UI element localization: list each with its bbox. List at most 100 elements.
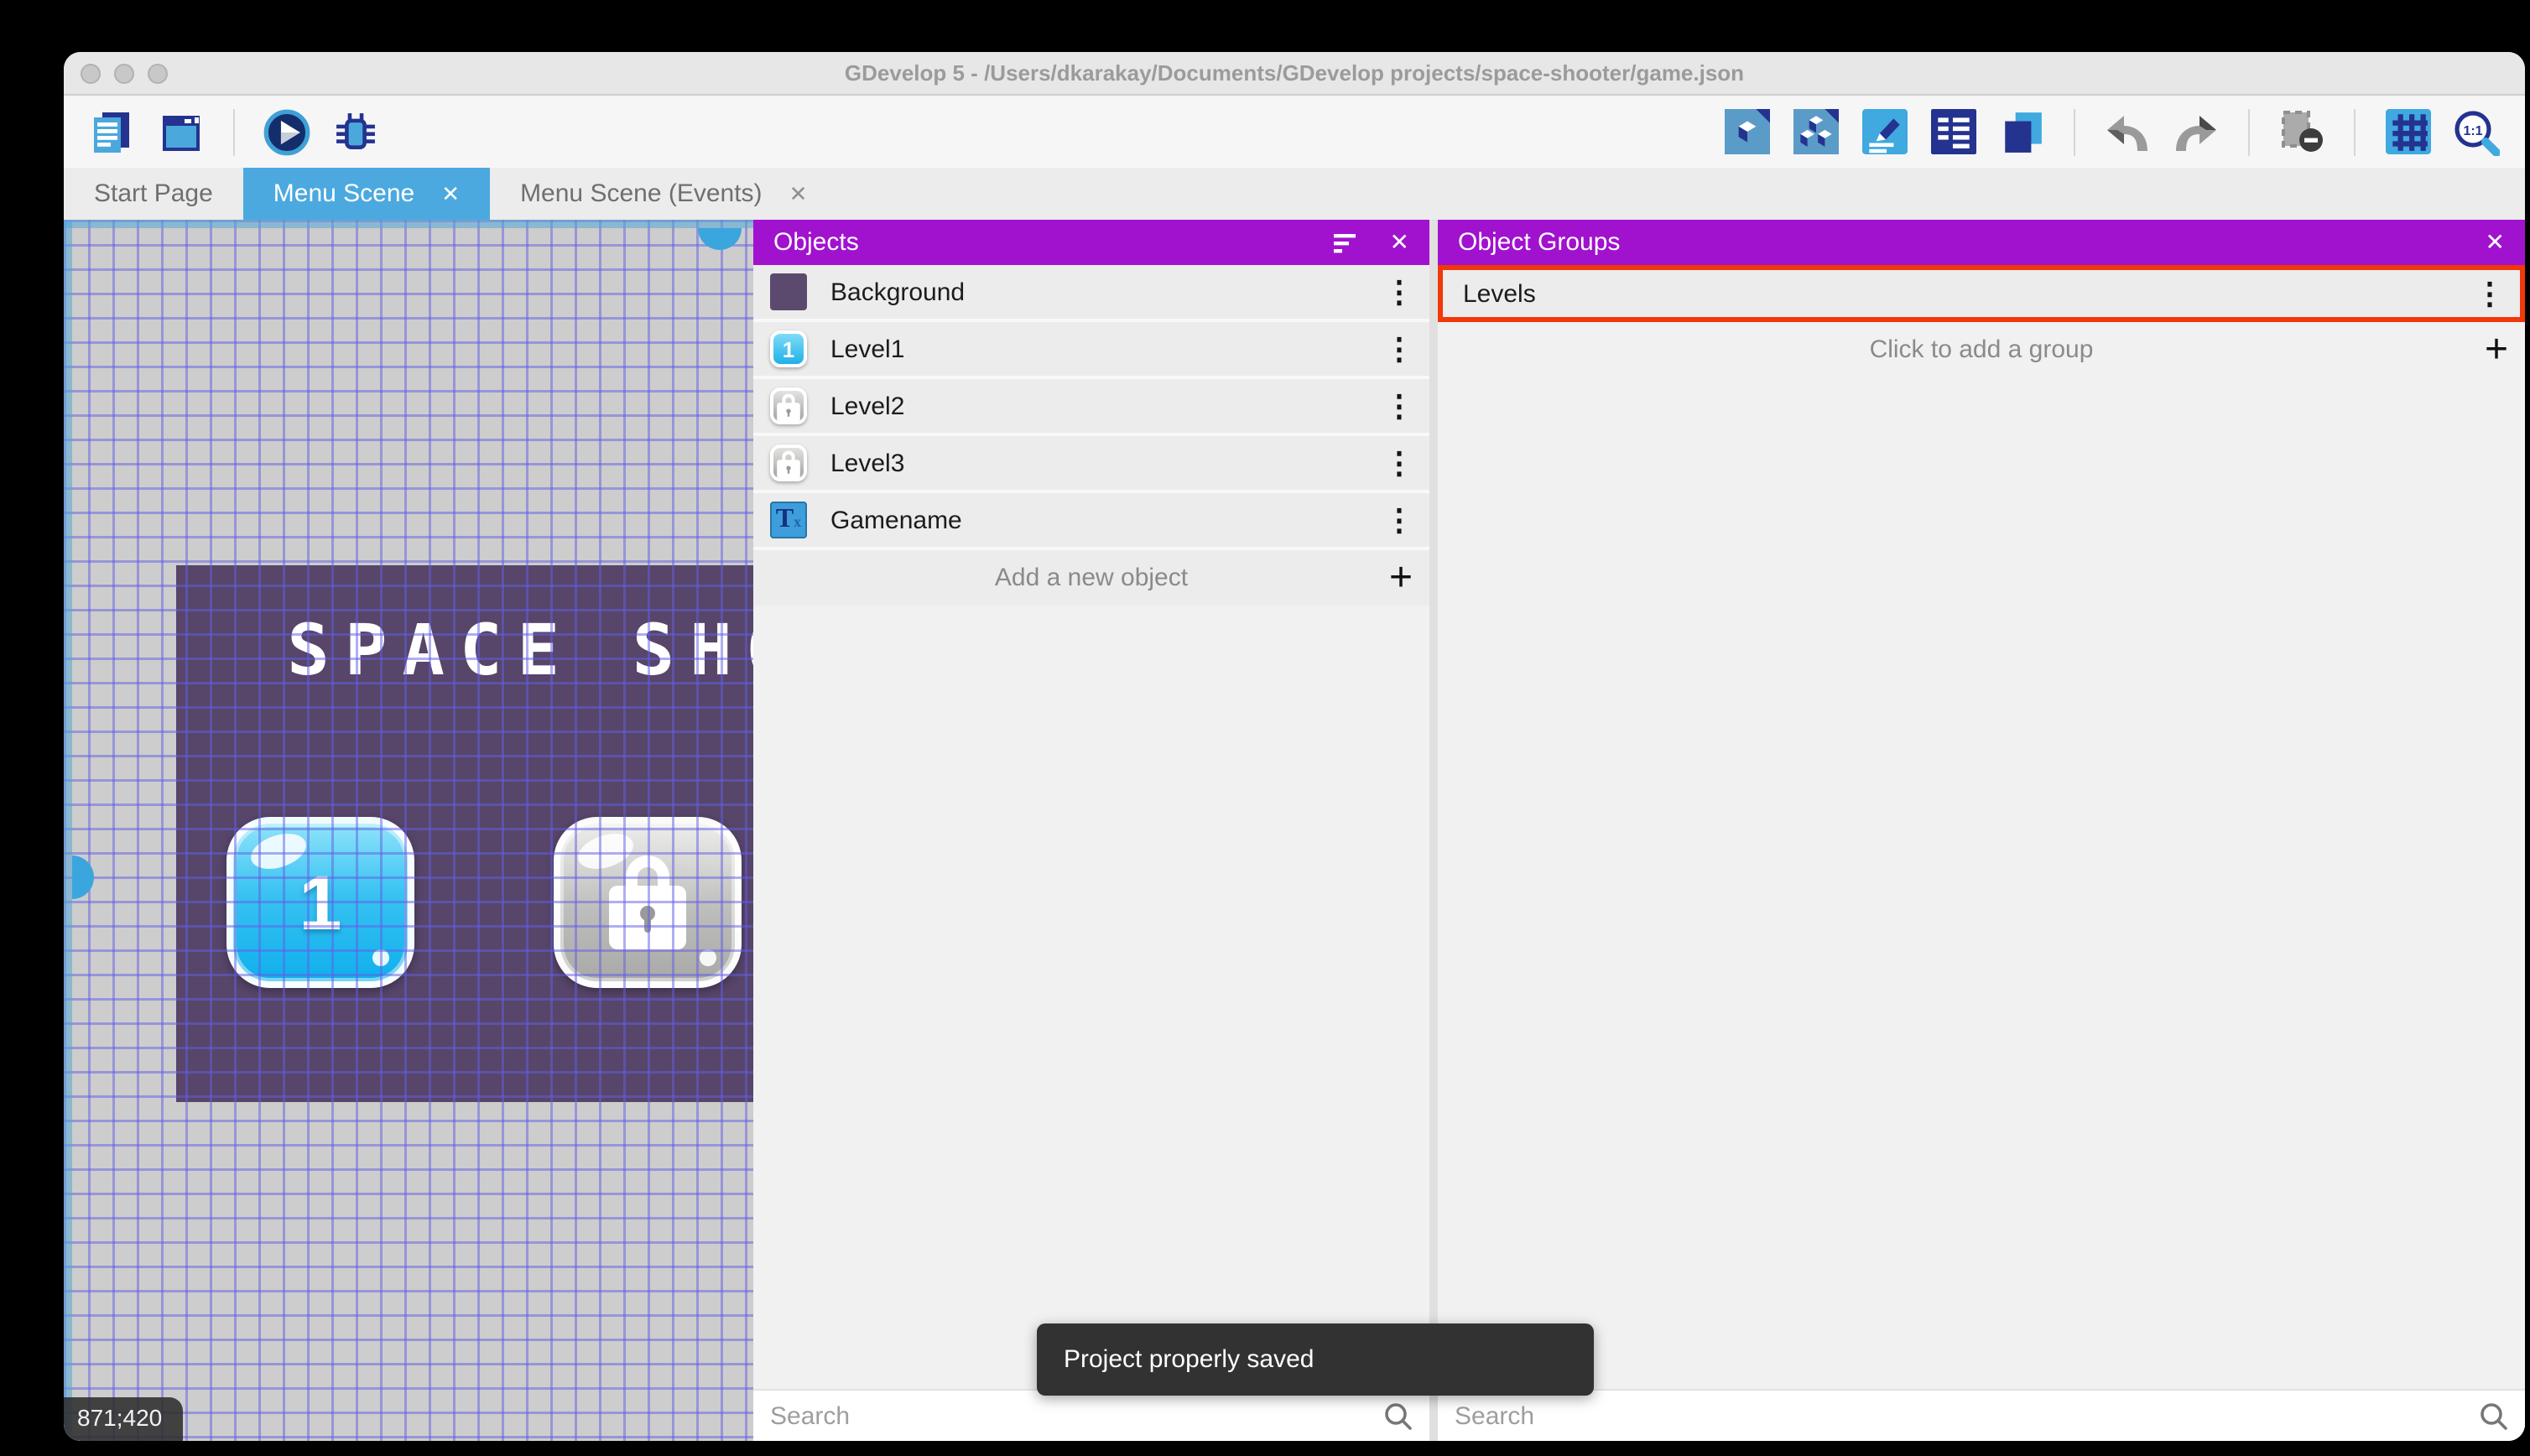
layers-icon bbox=[1999, 109, 2044, 154]
close-tab-icon[interactable]: ✕ bbox=[441, 180, 460, 207]
search-icon bbox=[1382, 1401, 1413, 1431]
close-panel-icon[interactable]: ✕ bbox=[1390, 228, 1409, 257]
object-groups-editor-button[interactable] bbox=[1790, 107, 1840, 157]
instances-list-button[interactable] bbox=[1928, 107, 1978, 157]
object-menu-icon[interactable]: ⋮ bbox=[1382, 502, 1416, 538]
object-menu-icon[interactable]: ⋮ bbox=[1382, 388, 1416, 424]
level1-number: 1 bbox=[299, 857, 341, 948]
objects-search-input[interactable] bbox=[770, 1401, 1382, 1430]
text-object-icon: Tx bbox=[770, 502, 807, 538]
object-label: Background bbox=[830, 278, 965, 306]
toolbar-left-group bbox=[87, 107, 381, 157]
vertical-scroll-thumb[interactable] bbox=[72, 855, 94, 899]
project-manager-icon bbox=[87, 107, 138, 157]
close-panel-icon[interactable]: ✕ bbox=[2486, 228, 2505, 257]
properties-button[interactable] bbox=[1859, 107, 1909, 157]
object-row-gamename[interactable]: Tx Gamename ⋮ bbox=[753, 493, 1429, 550]
object-menu-icon[interactable]: ⋮ bbox=[1382, 331, 1416, 367]
plus-icon: + bbox=[2485, 326, 2508, 373]
lock-icon bbox=[609, 855, 686, 949]
groups-search-input[interactable] bbox=[1455, 1401, 2478, 1430]
object-row-level1[interactable]: 1 Level1 ⋮ bbox=[753, 322, 1429, 379]
save-toast: Project properly saved bbox=[1037, 1323, 1594, 1396]
background-swatch-icon bbox=[770, 273, 807, 310]
desktop-background: GDevelop 5 - /Users/dkarakay/Documents/G… bbox=[0, 0, 2530, 1456]
object-menu-icon[interactable]: ⋮ bbox=[1382, 445, 1416, 481]
level3-thumbnail-icon bbox=[770, 445, 807, 481]
layers-button[interactable] bbox=[1996, 107, 2047, 157]
main-toolbar: 1:1 bbox=[64, 96, 2525, 168]
undo-icon bbox=[2102, 107, 2153, 157]
object-menu-icon[interactable]: ⋮ bbox=[1382, 274, 1416, 309]
add-new-object-button[interactable]: Add a new object + bbox=[753, 550, 1429, 606]
scene-background-instance[interactable]: SPACE SHOOTER 1 bbox=[176, 565, 753, 1102]
play-icon bbox=[262, 103, 312, 160]
objects-panel-header: Objects ✕ bbox=[753, 220, 1429, 265]
objects-panel-title: Objects bbox=[773, 228, 859, 257]
group-menu-icon[interactable]: ⋮ bbox=[2473, 276, 2507, 311]
debug-button[interactable] bbox=[331, 107, 381, 157]
play-preview-button[interactable] bbox=[262, 107, 312, 157]
title-bar: GDevelop 5 - /Users/dkarakay/Documents/G… bbox=[64, 52, 2525, 96]
objects-search-bar bbox=[753, 1389, 1429, 1441]
objects-cube-icon bbox=[1724, 109, 1769, 154]
properties-pencil-icon bbox=[1861, 109, 1907, 154]
horizontal-scroll-thumb[interactable] bbox=[698, 228, 742, 250]
undo-button[interactable] bbox=[2102, 107, 2153, 157]
toast-message: Project properly saved bbox=[1064, 1345, 1314, 1374]
object-row-background[interactable]: Background ⋮ bbox=[753, 265, 1429, 322]
group-label: Levels bbox=[1463, 279, 1536, 308]
filter-icon[interactable] bbox=[1331, 228, 1360, 257]
groups-search-bar bbox=[1438, 1389, 2525, 1441]
object-label: Level3 bbox=[830, 449, 904, 477]
clear-instances-selection-button[interactable] bbox=[2277, 107, 2327, 157]
editor-tab-bar: Start Page Menu Scene ✕ Menu Scene (Even… bbox=[64, 168, 2525, 220]
level2-thumbnail-icon bbox=[770, 387, 807, 424]
deselect-mask-icon bbox=[2277, 107, 2327, 157]
objects-editor-button[interactable] bbox=[1721, 107, 1772, 157]
tab-label: Start Page bbox=[94, 179, 213, 208]
zoom-original-button[interactable]: 1:1 bbox=[2451, 107, 2501, 157]
window-title: GDevelop 5 - /Users/dkarakay/Documents/G… bbox=[64, 60, 2525, 86]
preview-window-icon bbox=[156, 107, 206, 157]
preview-window-button[interactable] bbox=[156, 107, 206, 157]
plus-icon: + bbox=[1389, 554, 1413, 601]
object-row-level2[interactable]: Level2 ⋮ bbox=[753, 379, 1429, 436]
groups-panel-empty-area bbox=[1438, 377, 2525, 1389]
tab-label: Menu Scene bbox=[273, 179, 414, 208]
vertical-scrollbar[interactable] bbox=[64, 220, 72, 1441]
level1-button-instance[interactable]: 1 bbox=[226, 817, 414, 988]
tab-label: Menu Scene (Events) bbox=[520, 179, 763, 208]
level1-thumbnail-icon: 1 bbox=[770, 330, 807, 367]
panel-divider[interactable] bbox=[1429, 220, 1438, 1441]
tab-start-page[interactable]: Start Page bbox=[64, 168, 243, 220]
horizontal-scrollbar[interactable] bbox=[64, 220, 753, 228]
gdevelop-window: GDevelop 5 - /Users/dkarakay/Documents/G… bbox=[64, 52, 2525, 1441]
search-icon bbox=[2478, 1401, 2508, 1431]
tab-menu-scene-events[interactable]: Menu Scene (Events) ✕ bbox=[490, 168, 837, 220]
object-groups-cubes-icon bbox=[1793, 109, 1838, 154]
object-groups-panel: Object Groups ✕ Levels ⋮ Click to add a … bbox=[1438, 220, 2525, 1441]
zoom-1-1-icon: 1:1 bbox=[2453, 108, 2500, 155]
object-groups-panel-header: Object Groups ✕ bbox=[1438, 220, 2525, 265]
object-groups-panel-title: Object Groups bbox=[1458, 228, 1620, 257]
toolbar-separator bbox=[233, 108, 235, 155]
add-group-button[interactable]: Click to add a group + bbox=[1438, 322, 2525, 377]
level2-locked-button-instance[interactable] bbox=[554, 817, 742, 988]
svg-text:1:1: 1:1 bbox=[2463, 123, 2482, 138]
scene-editor-canvas[interactable]: SPACE SHOOTER 1 bbox=[64, 220, 753, 1441]
object-label: Level2 bbox=[830, 392, 904, 420]
toolbar-separator bbox=[2074, 108, 2075, 155]
object-row-level3[interactable]: Level3 ⋮ bbox=[753, 436, 1429, 493]
cursor-coordinates: 871;420 bbox=[64, 1397, 182, 1441]
project-manager-button[interactable] bbox=[87, 107, 138, 157]
redo-button[interactable] bbox=[2171, 107, 2221, 157]
toggle-grid-button[interactable] bbox=[2382, 107, 2433, 157]
game-title-text-instance[interactable]: SPACE SHOOTER bbox=[176, 609, 753, 691]
toolbar-right-group: 1:1 bbox=[1721, 107, 2501, 157]
tab-menu-scene[interactable]: Menu Scene ✕ bbox=[243, 168, 490, 220]
group-row-levels[interactable]: Levels ⋮ bbox=[1438, 265, 2525, 322]
add-group-label: Click to add a group bbox=[1438, 335, 2525, 364]
close-tab-icon[interactable]: ✕ bbox=[789, 180, 808, 207]
toolbar-separator bbox=[2248, 108, 2250, 155]
